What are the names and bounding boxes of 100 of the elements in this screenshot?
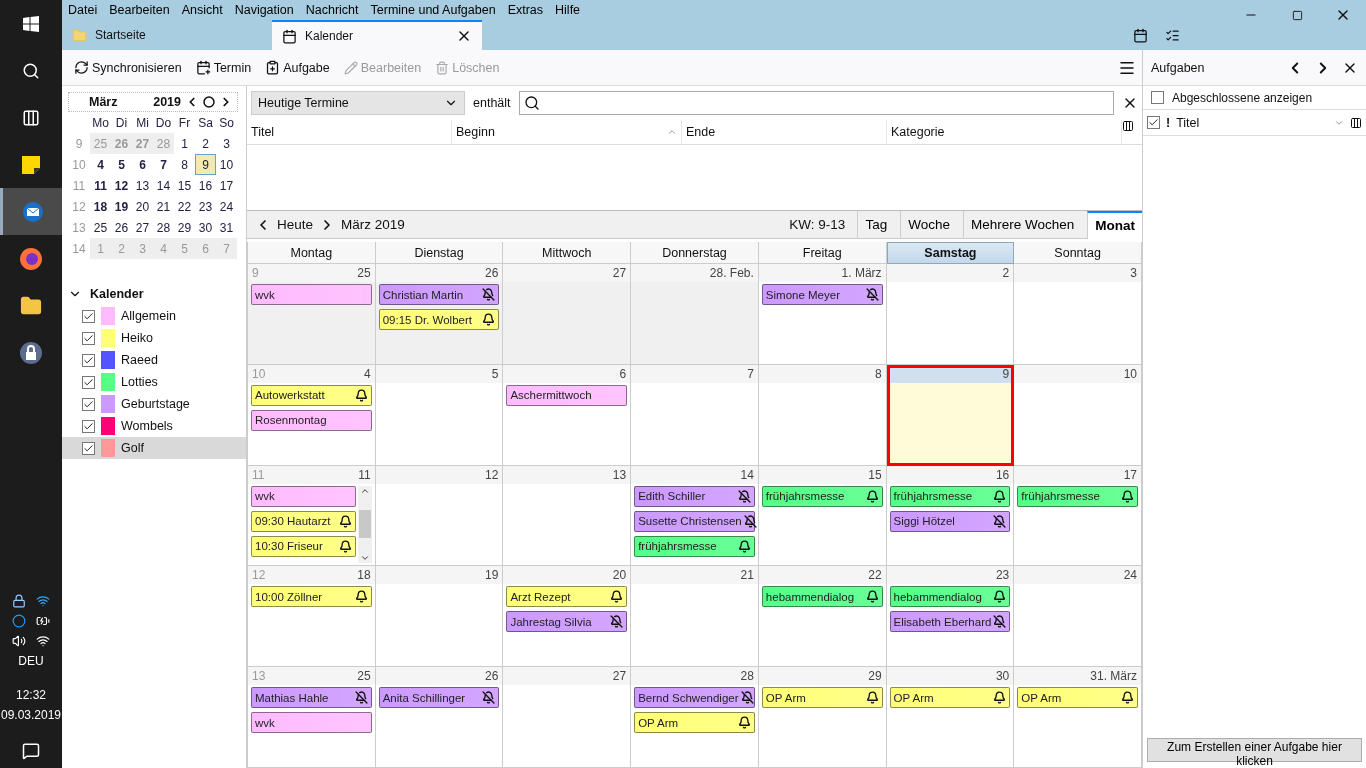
day-cell[interactable]: 26 Christian Martin 09:15 Dr. Wolbert xyxy=(375,264,504,365)
day-cell[interactable]: 12 18 10:00 Zöllner xyxy=(248,566,376,668)
search-field[interactable] xyxy=(518,91,1114,115)
mini-calendar-day[interactable]: 24 xyxy=(216,196,237,217)
event-chip[interactable]: Autowerkstatt xyxy=(251,384,372,406)
day-cell[interactable]: 26 Anita Schillinger xyxy=(375,667,504,768)
event-chip[interactable]: Christian Martin xyxy=(378,284,500,305)
day-cell[interactable]: 7 xyxy=(631,364,759,466)
toolbar-button[interactable]: Termin xyxy=(189,56,258,79)
view-tab[interactable]: Woche xyxy=(900,210,957,239)
mini-calendar-day[interactable]: 28 xyxy=(153,217,174,238)
event-chip[interactable]: Rosenmontag xyxy=(251,409,372,431)
event-chip[interactable]: frühjahrsmesse xyxy=(761,485,883,507)
calendar-list-item[interactable]: Allgemein xyxy=(62,305,246,327)
day-cell[interactable]: 10 4 Autowerkstatt Rosenmontag xyxy=(248,364,376,466)
checkbox[interactable] xyxy=(1151,91,1164,104)
day-cell[interactable]: 24 xyxy=(1014,566,1142,668)
checkbox[interactable] xyxy=(82,309,95,323)
mini-calendar-day[interactable]: 5 xyxy=(111,154,132,175)
event-chip[interactable]: 09:30 Hautarzt xyxy=(251,510,356,532)
scrollbar[interactable] xyxy=(357,485,372,564)
event-chip[interactable]: Siggi Hötzel xyxy=(889,510,1011,532)
event-chip[interactable]: OP Arm xyxy=(1017,687,1138,709)
checkbox[interactable] xyxy=(82,419,95,433)
mini-calendar-day[interactable]: 30 xyxy=(195,217,216,238)
toolbar-button[interactable]: Aufgabe xyxy=(259,56,336,79)
mini-calendar-day[interactable]: 16 xyxy=(195,175,216,196)
toolbar-button[interactable]: Synchronisieren xyxy=(68,56,188,79)
mini-calendar-day[interactable]: 10 xyxy=(216,154,237,175)
day-cell[interactable]: 22 hebammendialog xyxy=(758,566,887,668)
day-cell[interactable]: 20 Arzt Rezept Jahrestag Silvia xyxy=(503,566,632,668)
checkbox[interactable] xyxy=(82,441,95,455)
day-cell[interactable]: 27 xyxy=(503,264,632,365)
day-cell[interactable]: 2 xyxy=(886,264,1015,365)
checkbox[interactable] xyxy=(82,397,95,411)
day-cell[interactable]: 15 frühjahrsmesse xyxy=(758,465,887,567)
calendar-list-item[interactable]: Geburtstage xyxy=(62,393,246,415)
view-tab[interactable]: Monat xyxy=(1087,210,1142,239)
mini-calendar-day[interactable]: 4 xyxy=(90,154,111,175)
day-cell[interactable]: 1. März Simone Meyer xyxy=(758,264,887,365)
mini-calendar-day[interactable]: 8 xyxy=(174,154,195,175)
event-chip[interactable]: 09:15 Dr. Wolbert xyxy=(378,309,500,330)
day-cell[interactable]: 13 xyxy=(503,465,632,567)
day-cell[interactable]: 9 xyxy=(886,364,1015,466)
column-header[interactable]: Titel xyxy=(1176,115,1328,130)
mini-calendar-day[interactable]: 12 xyxy=(111,175,132,196)
mini-calendar-day[interactable]: 7 xyxy=(153,154,174,175)
view-tab[interactable]: Tag xyxy=(857,210,895,239)
mini-calendar-day[interactable]: 23 xyxy=(195,196,216,217)
day-cell[interactable]: 29 OP Arm xyxy=(758,667,887,768)
mini-calendar-day[interactable]: 6 xyxy=(132,154,153,175)
day-cell[interactable]: 19 xyxy=(375,566,504,668)
event-chip[interactable]: Simone Meyer xyxy=(761,284,883,305)
taskbar-button[interactable] xyxy=(0,188,62,235)
mini-calendar-day[interactable]: 19 xyxy=(111,196,132,217)
menu-item[interactable]: Datei xyxy=(68,3,98,17)
event-chip[interactable]: frühjahrsmesse xyxy=(889,485,1011,507)
day-cell[interactable]: 6 Aschermittwoch xyxy=(503,364,632,466)
menu-item[interactable]: Nachricht xyxy=(305,3,359,17)
calendar-list-item[interactable]: Golf xyxy=(62,437,246,459)
column-header[interactable]: Beginn xyxy=(452,120,682,144)
event-chip[interactable]: Arzt Rezept xyxy=(506,586,628,608)
day-cell[interactable]: 3 xyxy=(1014,264,1142,365)
mini-calendar-day[interactable]: 22 xyxy=(174,196,195,217)
menu-item[interactable]: Extras xyxy=(507,3,544,17)
mini-calendar-day[interactable]: 14 xyxy=(153,175,174,196)
event-chip[interactable]: Aschermittwoch xyxy=(506,384,628,406)
tab[interactable]: Startseite xyxy=(62,20,272,50)
mini-calendar-day[interactable]: 17 xyxy=(216,175,237,196)
event-chip[interactable]: OP Arm xyxy=(761,687,883,709)
day-cell[interactable]: 5 xyxy=(375,364,504,466)
column-header[interactable]: Ende xyxy=(682,120,887,144)
filter-dropdown[interactable]: Heutige Termine xyxy=(251,91,465,115)
day-cell[interactable]: 31. März OP Arm xyxy=(1014,667,1142,768)
mini-calendar-day[interactable]: 1 xyxy=(174,133,195,154)
checkbox[interactable] xyxy=(1147,116,1160,129)
menu-item[interactable]: Navigation xyxy=(234,3,294,17)
event-chip[interactable]: frühjahrsmesse xyxy=(1017,485,1138,507)
mini-calendar-day[interactable]: 11 xyxy=(90,175,111,196)
menu-item[interactable]: Bearbeiten xyxy=(109,3,170,17)
event-chip[interactable]: Mathias Hahle xyxy=(251,687,372,709)
mini-calendar-day[interactable]: 29 xyxy=(174,217,195,238)
mini-calendar-day[interactable]: 9 xyxy=(195,154,216,175)
checkbox[interactable] xyxy=(82,375,95,389)
checkbox[interactable] xyxy=(82,331,95,345)
mini-calendar-day[interactable]: 27 xyxy=(132,217,153,238)
event-chip[interactable]: OP Arm xyxy=(634,712,755,734)
event-chip[interactable]: Elisabeth Eberhard xyxy=(889,611,1011,633)
event-chip[interactable]: Susette Christensen xyxy=(634,510,755,532)
mini-calendar-day[interactable]: 3 xyxy=(216,133,237,154)
day-cell[interactable]: 17 frühjahrsmesse xyxy=(1014,465,1142,567)
view-tab[interactable]: Mehrere Wochen xyxy=(962,210,1082,239)
mini-calendar-day[interactable]: 2 xyxy=(195,133,216,154)
mini-calendar-day[interactable]: 13 xyxy=(132,175,153,196)
day-cell[interactable]: 9 25 wvk xyxy=(248,264,376,365)
checkbox[interactable] xyxy=(82,353,95,367)
calendar-list-item[interactable]: Heiko xyxy=(62,327,246,349)
language-indicator[interactable]: DEU xyxy=(18,654,44,668)
column-header[interactable]: ! xyxy=(1166,115,1171,130)
day-cell[interactable]: 28. Feb. xyxy=(631,264,759,365)
